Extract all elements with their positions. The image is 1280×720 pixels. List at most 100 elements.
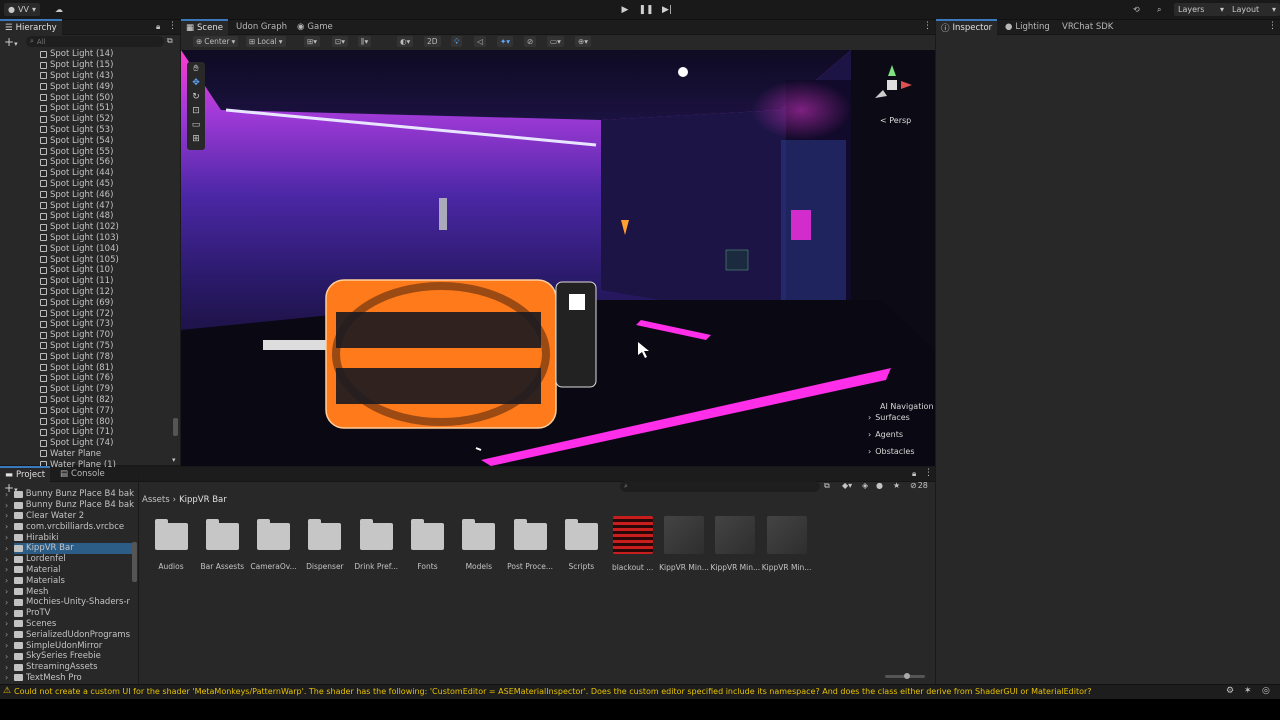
folder-tree-item[interactable]: › Material: [5, 565, 134, 576]
folder-tree-item[interactable]: › Mochies-Unity-Shaders-r: [5, 597, 134, 608]
tab-game[interactable]: ◉ Game: [292, 20, 338, 34]
expand-arrow-icon[interactable]: ›: [5, 522, 8, 531]
expand-arrow-icon[interactable]: ›: [5, 555, 8, 564]
create-button[interactable]: +▾: [4, 35, 18, 49]
expand-arrow-icon[interactable]: ›: [5, 587, 8, 596]
hidden-count[interactable]: ⊘ 28: [910, 481, 928, 490]
hierarchy-item[interactable]: Spot Light (12): [40, 287, 113, 298]
persp-toggle[interactable]: < Persp: [880, 116, 911, 125]
hierarchy-item[interactable]: Spot Light (14): [40, 49, 113, 60]
hidden-objects-toggle[interactable]: ⊘: [524, 36, 537, 47]
hierarchy-item[interactable]: Spot Light (103): [40, 233, 119, 244]
favorite-icon[interactable]: ★: [893, 481, 900, 490]
grid-toggle[interactable]: ⊞▾: [304, 36, 321, 47]
expand-arrow-icon[interactable]: ›: [5, 565, 8, 574]
layout-dropdown[interactable]: Layout ▾: [1228, 3, 1280, 16]
breadcrumb-root[interactable]: Assets: [142, 495, 170, 505]
kebab-menu-icon[interactable]: ⋮: [168, 21, 177, 31]
transform-tool-icon[interactable]: ⊞: [192, 134, 200, 144]
folder-tree-item[interactable]: › Mesh: [5, 586, 134, 597]
folder-tree-item[interactable]: › com.vrcbilliards.vrcbce: [5, 521, 134, 532]
hierarchy-item[interactable]: Spot Light (50): [40, 92, 113, 103]
asset-item[interactable]: Dispenser: [300, 512, 350, 572]
label-filter-icon[interactable]: ◈: [862, 481, 868, 490]
expand-arrow-icon[interactable]: ›: [5, 490, 8, 499]
asset-item[interactable]: blackout ...: [608, 512, 658, 572]
gizmos-dropdown[interactable]: ⊕▾: [575, 36, 592, 47]
scene-viewport[interactable]: ✋︎ ✥ ↻ ⊡ ▭ ⊞ < Persp: [181, 50, 935, 466]
expand-arrow-icon[interactable]: ›: [5, 630, 8, 639]
hierarchy-item[interactable]: Spot Light (69): [40, 297, 113, 308]
hierarchy-item[interactable]: Spot Light (11): [40, 276, 113, 287]
hierarchy-item[interactable]: Spot Light (102): [40, 222, 119, 233]
folder-tree-item[interactable]: › Scenes: [5, 619, 134, 630]
expand-arrow-icon[interactable]: ›: [5, 544, 8, 553]
lock-icon[interactable]: 🔒︎: [156, 22, 160, 32]
asset-item[interactable]: Post Proce...: [505, 512, 555, 572]
pivot-dropdown[interactable]: ⊕ Center ▾: [193, 36, 239, 47]
shading-dropdown[interactable]: ◐▾: [397, 36, 414, 47]
hierarchy-item[interactable]: Spot Light (75): [40, 341, 113, 352]
expand-arrow-icon[interactable]: ›: [5, 511, 8, 520]
rotate-tool-icon[interactable]: ↻: [192, 92, 200, 102]
effects-dropdown[interactable]: ✦▾: [497, 36, 514, 47]
scene-visibility-icon[interactable]: ⧉: [167, 36, 173, 46]
hierarchy-item[interactable]: Spot Light (81): [40, 362, 113, 373]
hierarchy-item[interactable]: Spot Light (105): [40, 254, 119, 265]
hierarchy-item[interactable]: Spot Light (52): [40, 114, 113, 125]
folder-tree-item[interactable]: › SerializedUdonPrograms: [5, 629, 134, 640]
layers-dropdown[interactable]: Layers ▾: [1174, 3, 1228, 16]
project-search-input[interactable]: ⌕: [620, 481, 820, 492]
expand-arrow-icon[interactable]: ›: [5, 576, 8, 585]
search-by-type-icon[interactable]: ⧉: [824, 481, 830, 491]
asset-item[interactable]: KippVR Min...: [762, 512, 812, 572]
asset-item[interactable]: Scripts: [556, 512, 606, 572]
network-icon[interactable]: ⚙: [1226, 686, 1234, 696]
hierarchy-item[interactable]: Spot Light (73): [40, 319, 113, 330]
orientation-gizmo[interactable]: [867, 60, 917, 110]
hierarchy-item[interactable]: Spot Light (76): [40, 373, 113, 384]
ai-nav-agents[interactable]: › Agents: [868, 430, 903, 439]
hierarchy-item[interactable]: Water Plane: [40, 449, 101, 460]
hierarchy-item[interactable]: Spot Light (54): [40, 135, 113, 146]
kebab-menu-icon[interactable]: ⋮: [923, 21, 932, 31]
hierarchy-item[interactable]: Spot Light (82): [40, 395, 113, 406]
hierarchy-item[interactable]: Spot Light (70): [40, 330, 113, 341]
hierarchy-item[interactable]: Spot Light (49): [40, 81, 113, 92]
hierarchy-search-input[interactable]: ⌕ All: [26, 36, 164, 47]
tab-inspector[interactable]: ⓘ Inspector: [936, 19, 998, 35]
folder-tree-item[interactable]: › KippVR Bar: [5, 543, 134, 554]
increment-snap-button[interactable]: ⫼▾: [358, 36, 372, 47]
folder-tree-item[interactable]: › TextMesh Pro: [5, 673, 134, 684]
hierarchy-item[interactable]: Spot Light (10): [40, 265, 113, 276]
hierarchy-item[interactable]: Spot Light (48): [40, 211, 113, 222]
hierarchy-item[interactable]: Spot Light (80): [40, 416, 113, 427]
tab-scene[interactable]: ▦ Scene: [181, 19, 228, 35]
kebab-menu-icon[interactable]: ⋮: [1268, 21, 1277, 31]
folder-tree-item[interactable]: › SkySeries Freebie: [5, 651, 134, 662]
ai-nav-obstacles[interactable]: › Obstacles: [868, 447, 915, 456]
tab-hierarchy[interactable]: ☰ Hierarchy: [0, 19, 62, 35]
bug-icon[interactable]: ✶: [1244, 686, 1252, 696]
search-button[interactable]: ⌕: [1153, 3, 1165, 16]
hierarchy-item[interactable]: Spot Light (104): [40, 243, 119, 254]
snap-toggle[interactable]: ⊡▾: [332, 36, 349, 47]
tab-console[interactable]: ▤ Console: [55, 467, 110, 481]
expand-arrow-icon[interactable]: ›: [5, 609, 8, 618]
filter-type-icon[interactable]: ◆▾: [842, 481, 852, 490]
tab-vrchat-sdk[interactable]: VRChat SDK: [1057, 20, 1118, 34]
expand-arrow-icon[interactable]: ›: [5, 533, 8, 542]
2d-toggle[interactable]: 2D: [424, 36, 441, 47]
play-button[interactable]: ▶: [616, 3, 634, 16]
account-dropdown[interactable]: ● VV ▾: [4, 3, 40, 16]
folder-tree-item[interactable]: › SimpleUdonMirror: [5, 640, 134, 651]
folder-tree-item[interactable]: › StreamingAssets: [5, 662, 134, 673]
hierarchy-item[interactable]: Spot Light (51): [40, 103, 113, 114]
hierarchy-item[interactable]: Spot Light (47): [40, 200, 113, 211]
hand-tool-icon[interactable]: ✋︎: [193, 64, 198, 74]
folder-tree-item[interactable]: › Lordenfel: [5, 554, 134, 565]
hierarchy-item[interactable]: Spot Light (44): [40, 168, 113, 179]
pause-button[interactable]: ❚❚: [637, 3, 655, 16]
folder-tree-item[interactable]: › Bunny Bunz Place B4 bak: [5, 489, 134, 500]
folder-tree-item[interactable]: › Materials: [5, 575, 134, 586]
